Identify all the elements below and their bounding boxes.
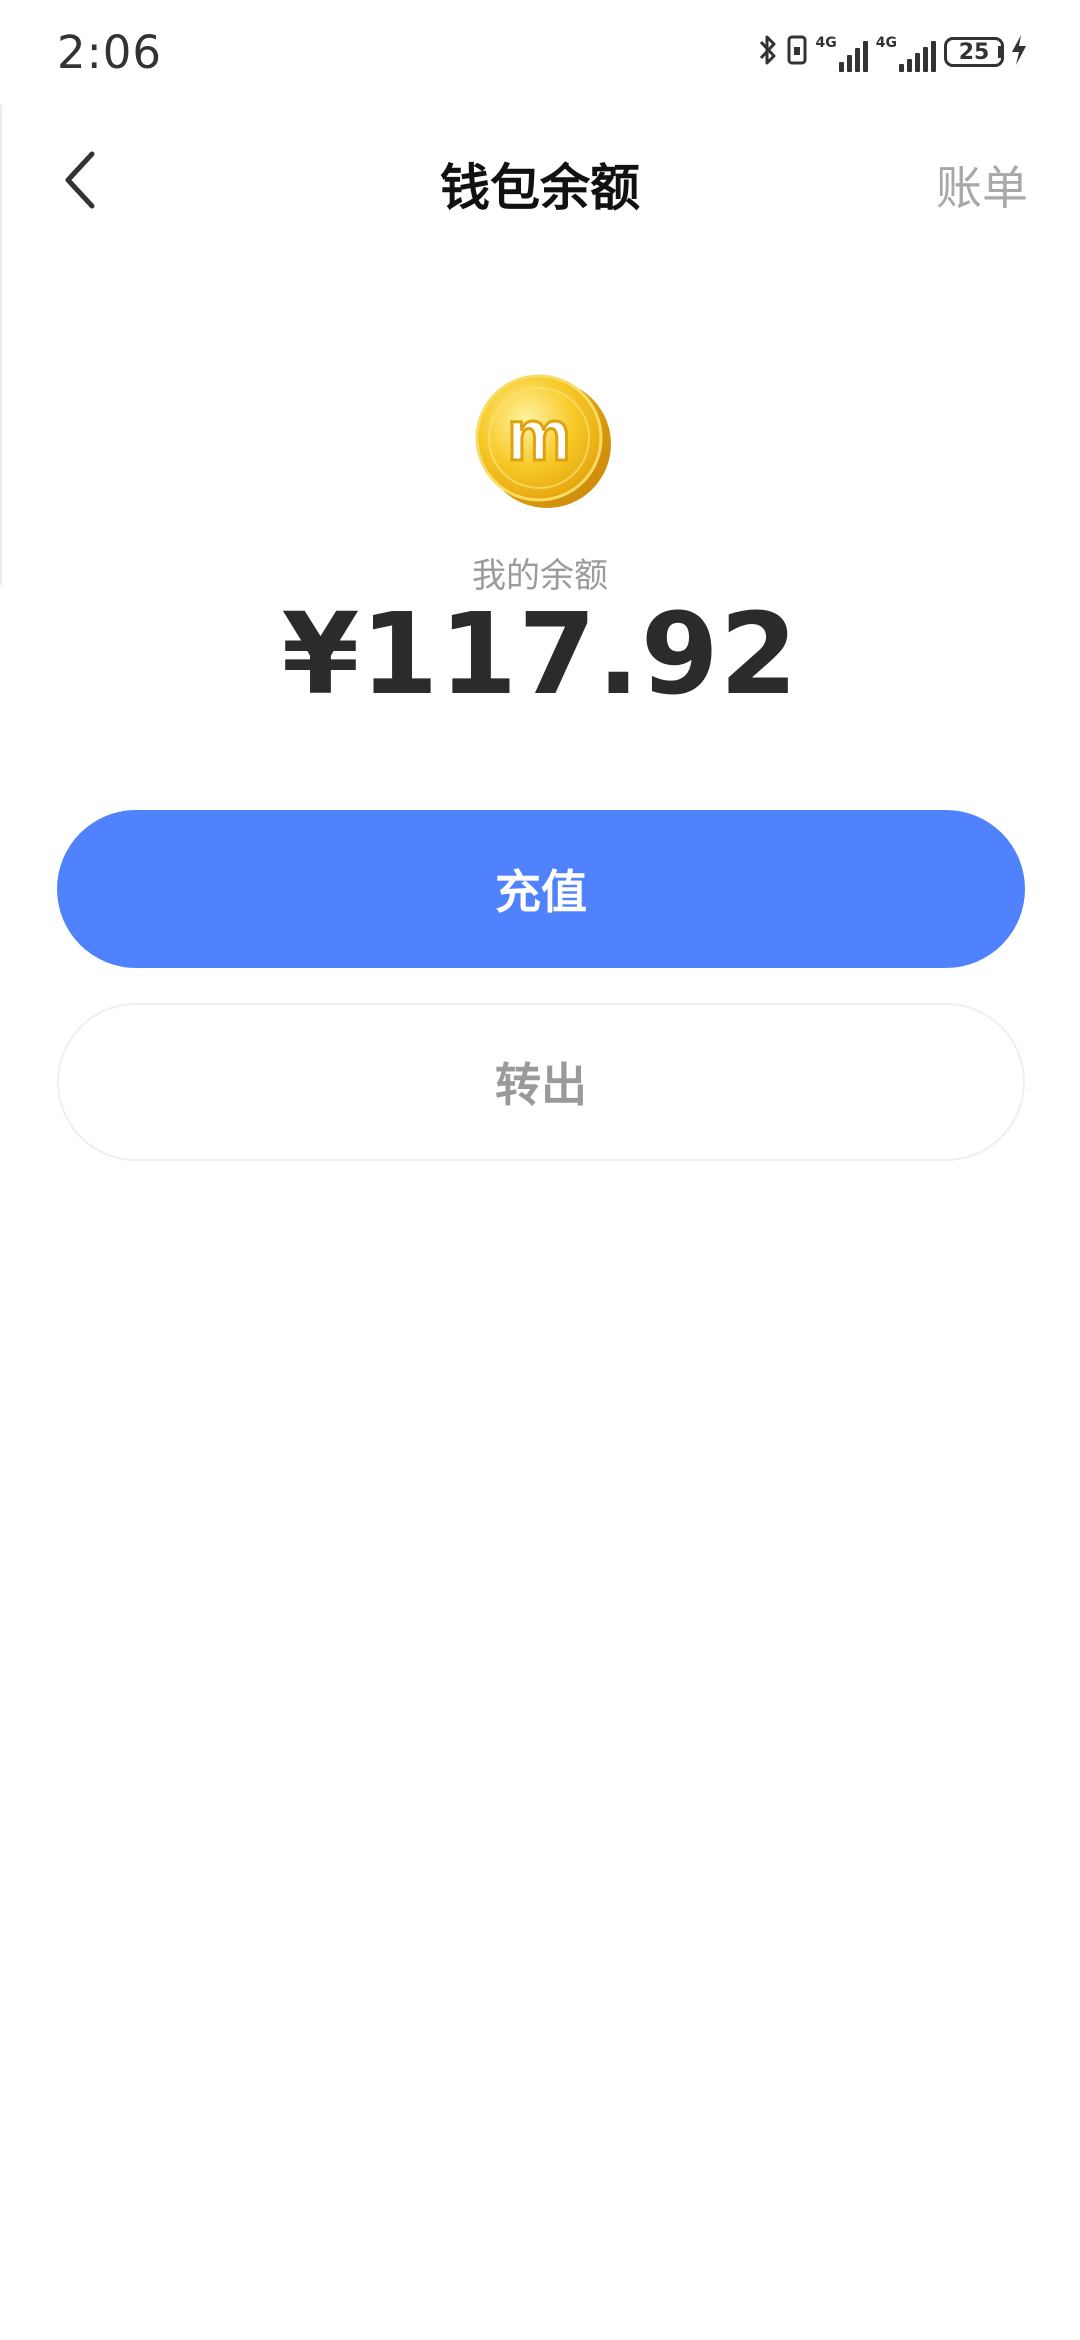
bluetooth-icon [758, 33, 778, 71]
nav-bar: 钱包余额 账单 [0, 120, 1080, 240]
battery-level: 25 [944, 37, 1004, 67]
transfer-out-button[interactable]: 转出 [57, 1003, 1025, 1161]
wallet-balance-screen: 2:06 4G 4G 25 钱包余额 账单 m 我的余额 ¥117.92 充值 … [0, 0, 1080, 2340]
bill-link[interactable]: 账单 [936, 152, 1028, 218]
status-bar: 2:06 4G 4G 25 [0, 0, 1080, 105]
page-title: 钱包余额 [440, 159, 640, 217]
signal-icon: 4G [876, 32, 936, 72]
coin-letter: m [507, 396, 571, 476]
network-type-1: 4G [815, 35, 837, 51]
network-type-2: 4G [875, 35, 897, 51]
charging-icon [1010, 33, 1028, 71]
recharge-button[interactable]: 充值 [57, 810, 1025, 968]
balance-amount: ¥117.92 [281, 590, 799, 720]
coin-icon: m [469, 368, 614, 513]
battery-icon: 25 [944, 37, 1004, 67]
vibrate-icon [786, 33, 808, 71]
status-icons: 4G 4G 25 [758, 30, 1028, 74]
signal-icon: 4G [816, 32, 868, 72]
status-time: 2:06 [57, 26, 163, 79]
